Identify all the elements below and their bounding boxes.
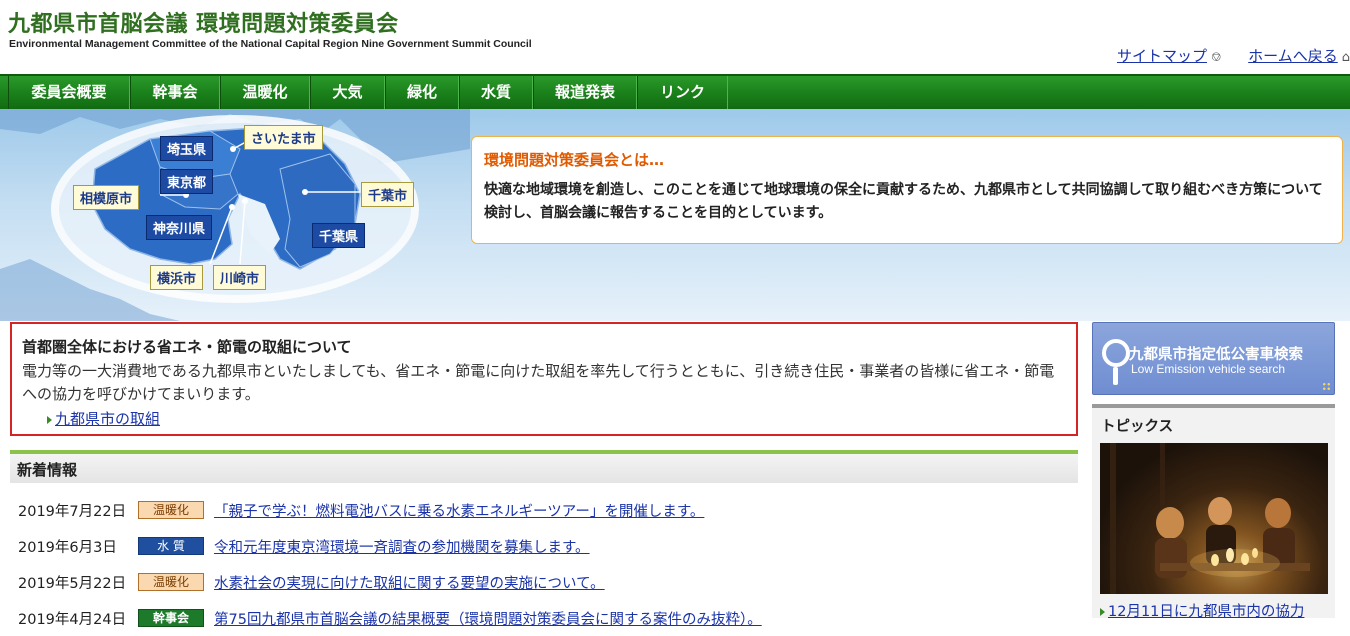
header-links: サイトマップ ⎊ ホームへ戻る ⌂ bbox=[1095, 45, 1350, 66]
topics-photo[interactable] bbox=[1100, 443, 1328, 594]
search-icon-handle bbox=[1113, 367, 1118, 385]
search-icon bbox=[1102, 339, 1130, 367]
home-link[interactable]: ホームへ戻る bbox=[1248, 47, 1338, 65]
sitemap-link[interactable]: サイトマップ bbox=[1117, 47, 1207, 65]
arrow-right-icon bbox=[1100, 608, 1105, 616]
map-label-chiba-pref[interactable]: 千葉県 bbox=[312, 223, 366, 248]
topics-title: トピックス bbox=[1101, 419, 1174, 435]
news-link[interactable]: 令和元年度東京湾環境一斉調査の参加機関を募集します。 bbox=[214, 536, 590, 557]
notice-title: 首都圏全体における省エネ・節電の取組について bbox=[22, 338, 352, 356]
nav-item-secretariat[interactable]: 幹事会 bbox=[130, 76, 220, 109]
news-list: 2019年7月22日 温暖化 「親子で学ぶ！燃料電池バスに乗る水素エネルギーツア… bbox=[18, 492, 1078, 636]
news-item: 2019年4月24日 幹事会 第75回九都県市首脳会議の結果概要（環境問題対策委… bbox=[18, 600, 1078, 636]
nav-item-links[interactable]: リンク bbox=[637, 76, 728, 109]
sitemap-icon: ⎊ bbox=[1210, 50, 1222, 65]
notice-box: 首都圏全体における省エネ・節電の取組について 電力等の一大消費地である九都県市と… bbox=[10, 322, 1078, 436]
main-nav: 委員会概要 幹事会 温暖化 大気 緑化 水質 報道発表 リンク bbox=[0, 74, 1350, 109]
map-label-saitama-city[interactable]: さいたま市 bbox=[244, 125, 323, 150]
topics-panel: トピックス 12月11日に九都県市内の協力 bbox=[1092, 404, 1335, 620]
news-item: 2019年6月3日 水 質 令和元年度東京湾環境一斉調査の参加機関を募集します。 bbox=[18, 528, 1078, 564]
map-label-saitama-pref[interactable]: 埼玉県 bbox=[160, 136, 214, 161]
news-header-title: 新着情報 bbox=[17, 461, 78, 479]
notice-link-row: 九都県市の取組 bbox=[22, 408, 1066, 429]
news-date: 2019年6月3日 bbox=[18, 539, 117, 556]
news-date: 2019年7月22日 bbox=[18, 503, 127, 520]
nav-item-press[interactable]: 報道発表 bbox=[533, 76, 637, 109]
news-link[interactable]: 水素社会の実現に向けた取組に関する要望の実施について。 bbox=[214, 572, 605, 593]
map-label-kanagawa[interactable]: 神奈川県 bbox=[146, 215, 213, 240]
category-badge: 水 質 bbox=[138, 537, 204, 555]
home-icon: ⌂ bbox=[1341, 50, 1350, 65]
arrow-right-icon bbox=[47, 415, 52, 424]
search-banner-subtitle: Low Emission vehicle search bbox=[1131, 362, 1286, 376]
intro-text: 快適な地域環境を創造し、このことを通じて地球環境の保全に貢献するため、九都県市と… bbox=[484, 182, 1323, 221]
map-label-chiba-city[interactable]: 千葉市 bbox=[361, 182, 415, 207]
nav-item-greening[interactable]: 緑化 bbox=[385, 76, 459, 109]
intro-box: 環境問題対策委員会とは… 快適な地域環境を創造し、このことを通じて地球環境の保全… bbox=[471, 136, 1343, 244]
news-link[interactable]: 「親子で学ぶ！燃料電池バスに乗る水素エネルギーツアー」を開催します。 bbox=[214, 500, 704, 521]
news-link[interactable]: 第75回九都県市首脳会議の結果概要（環境問題対策委員会に関する案件のみ抜粋）。 bbox=[214, 608, 762, 629]
site-header: 九都県市首脳会議 環境問題対策委員会 Environmental Managem… bbox=[0, 0, 1350, 74]
notice-text: 電力等の一大消費地である九都県市といたしましても、省エネ・節電に向けた取組を率先… bbox=[22, 362, 1055, 403]
corner-dots-icon bbox=[1322, 382, 1331, 391]
news-date: 2019年4月24日 bbox=[18, 611, 127, 628]
news-header: 新着情報 bbox=[10, 450, 1078, 483]
news-item: 2019年7月22日 温暖化 「親子で学ぶ！燃料電池バスに乗る水素エネルギーツア… bbox=[18, 492, 1078, 528]
category-badge: 温暖化 bbox=[138, 501, 204, 519]
candlelight-scene bbox=[1100, 443, 1328, 594]
site-title[interactable]: 九都県市首脳会議 環境問題対策委員会 bbox=[8, 6, 399, 38]
nav-item-warming[interactable]: 温暖化 bbox=[220, 76, 310, 109]
search-banner-title: 九都県市指定低公害車検索 bbox=[1129, 347, 1303, 363]
map-label-tokyo[interactable]: 東京都 bbox=[160, 169, 214, 194]
notice-link[interactable]: 九都県市の取組 bbox=[55, 410, 160, 428]
sitemap-label: サイトマップ bbox=[1116, 47, 1207, 65]
map-label-sagamihara[interactable]: 相模原市 bbox=[73, 185, 140, 210]
news-date: 2019年5月22日 bbox=[18, 575, 127, 592]
nav-item-water[interactable]: 水質 bbox=[459, 76, 533, 109]
category-badge: 幹事会 bbox=[138, 609, 204, 627]
low-emission-search-button[interactable]: 九都県市指定低公害車検索 Low Emission vehicle search bbox=[1092, 322, 1335, 395]
category-badge: 温暖化 bbox=[138, 573, 204, 591]
nav-item-air[interactable]: 大気 bbox=[310, 76, 385, 109]
news-item: 2019年5月22日 温暖化 水素社会の実現に向けた取組に関する要望の実施につい… bbox=[18, 564, 1078, 600]
hero-banner: 埼玉県 さいたま市 東京都 相模原市 千葉市 神奈川県 千葉県 横浜市 川崎市 … bbox=[0, 109, 1350, 321]
site-subtitle: Environmental Management Committee of th… bbox=[9, 38, 532, 50]
map-label-kawasaki[interactable]: 川崎市 bbox=[213, 265, 267, 290]
nav-item-committee[interactable]: 委員会概要 bbox=[8, 76, 130, 109]
home-label: ホームへ戻る bbox=[1248, 47, 1338, 65]
intro-title: 環境問題対策委員会とは… bbox=[484, 151, 665, 169]
map-label-yokohama[interactable]: 横浜市 bbox=[150, 265, 204, 290]
